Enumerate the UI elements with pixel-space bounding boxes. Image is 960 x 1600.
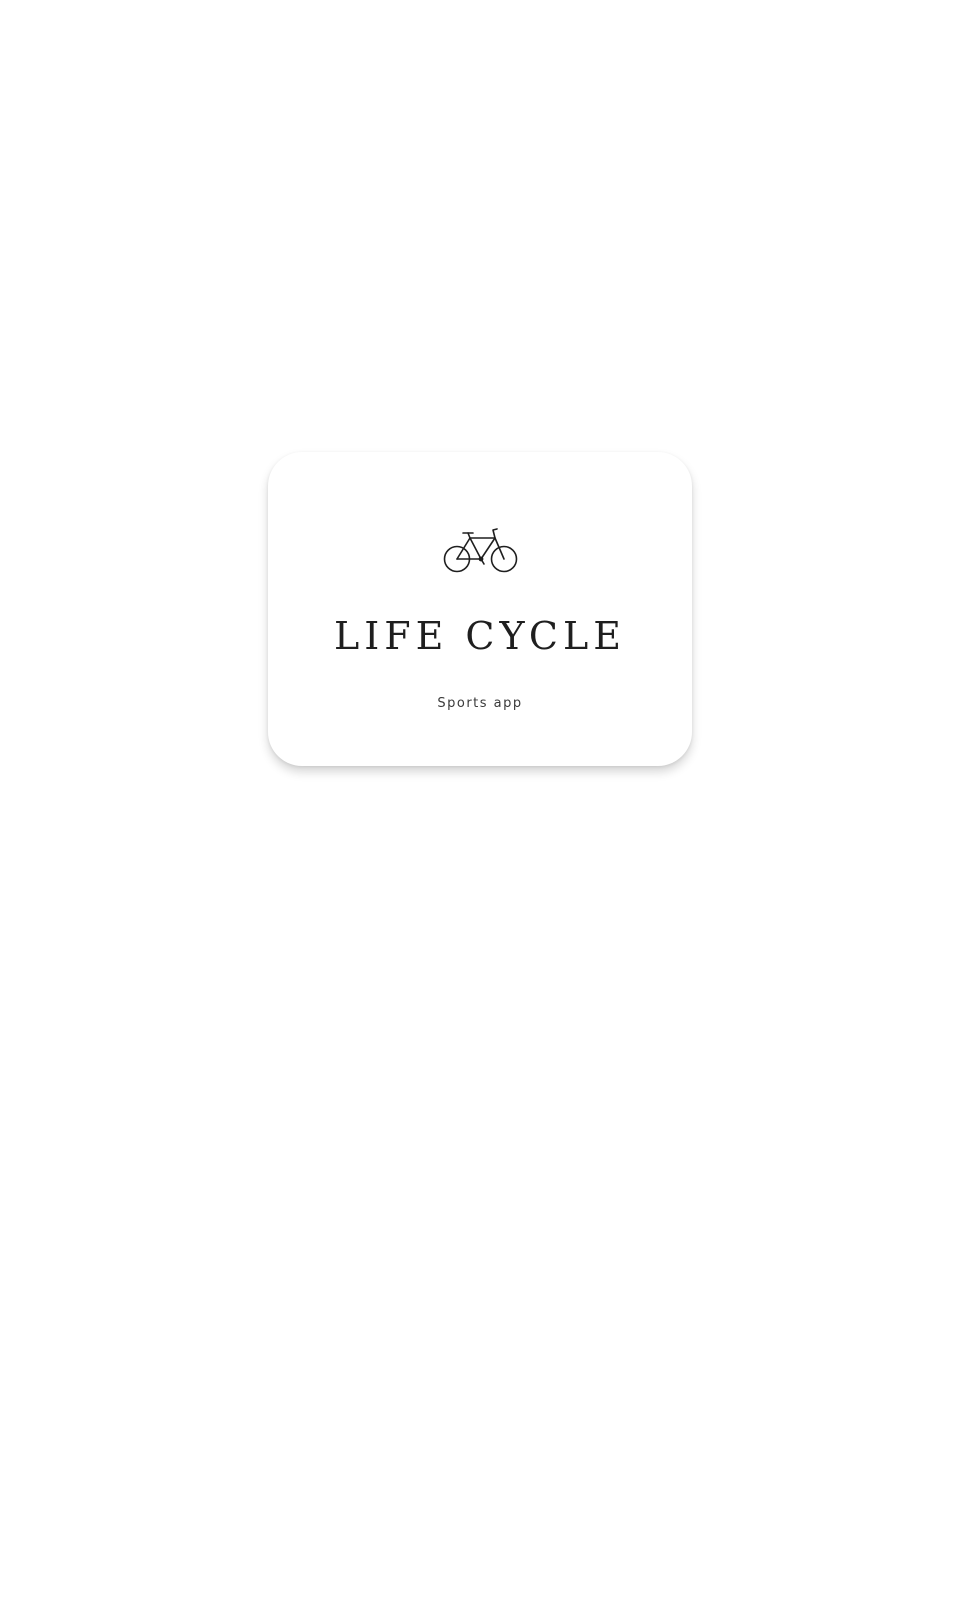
bicycle-icon (443, 528, 519, 574)
app-title: LIFE CYCLE (334, 614, 626, 658)
splash-screen: LIFE CYCLE Sports app (0, 0, 960, 1600)
logo-card: LIFE CYCLE Sports app (268, 452, 692, 766)
app-subtitle: Sports app (437, 696, 523, 711)
